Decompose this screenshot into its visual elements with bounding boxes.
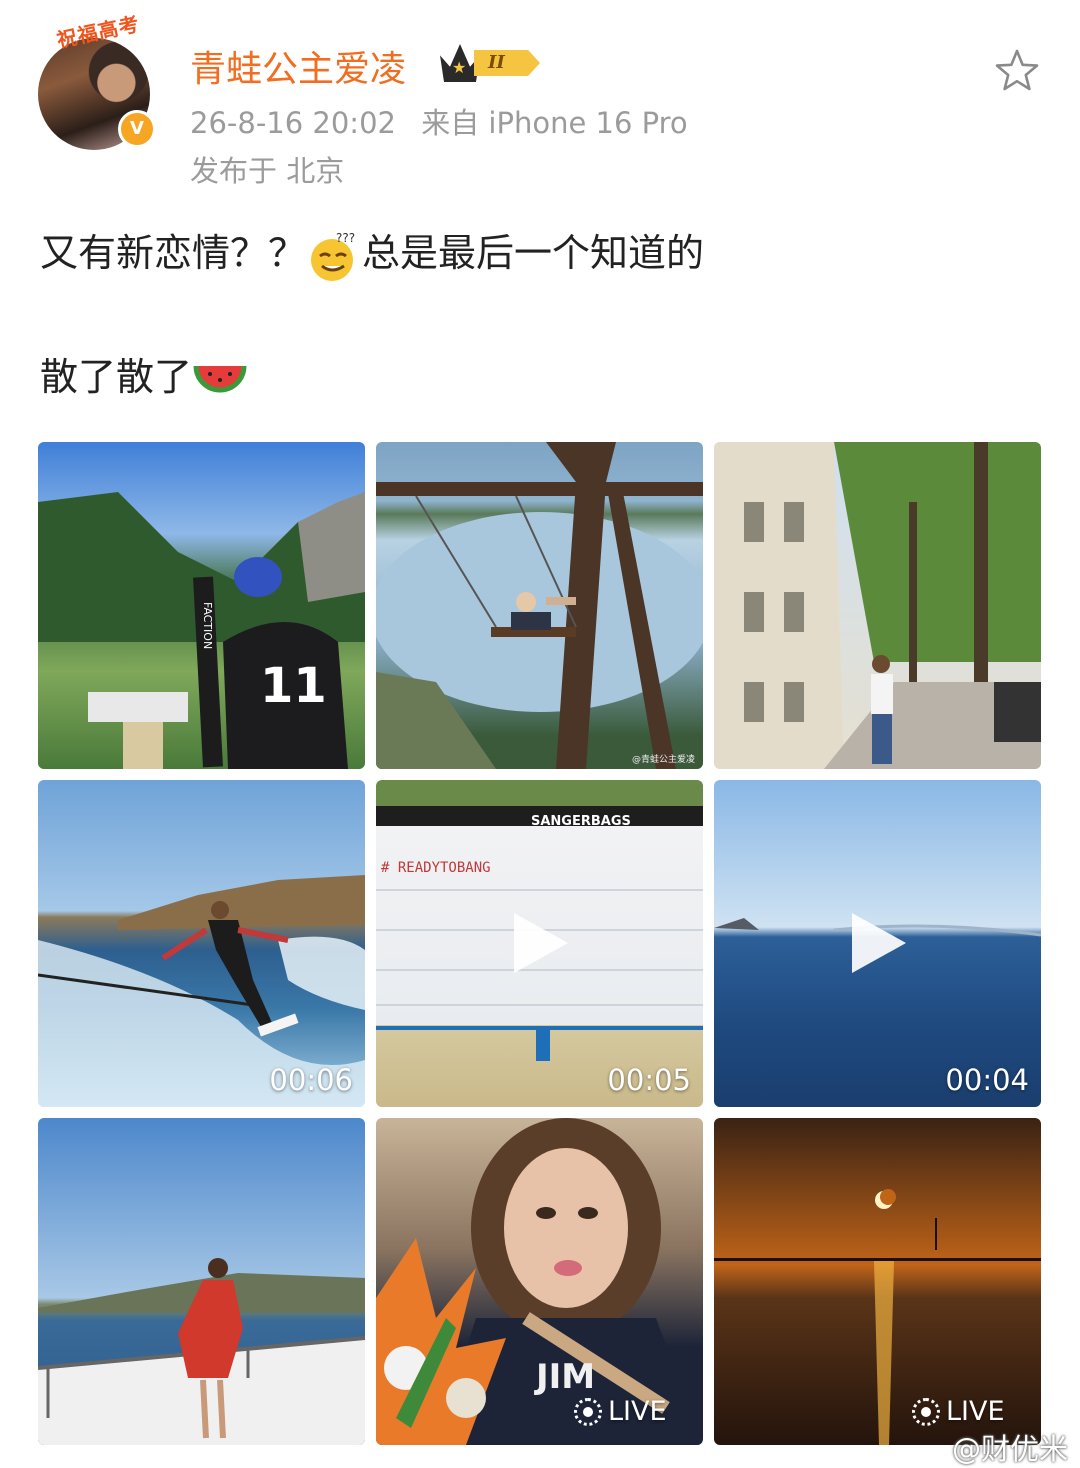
video-duration: 00:06	[269, 1063, 353, 1097]
rank-level: II	[474, 50, 540, 76]
svg-text:11: 11	[260, 658, 327, 714]
media-tile[interactable]: 00:04	[714, 780, 1041, 1107]
media-tile[interactable]: LIVE	[714, 1118, 1041, 1445]
media-tile[interactable]: @青蛙公主爱凌	[376, 442, 703, 769]
post-meta: 26-8-16 20:02 来自 iPhone 16 Pro	[190, 100, 688, 142]
media-tile[interactable]	[38, 1118, 365, 1445]
media-tile[interactable]: 00:06	[38, 780, 365, 1107]
media-tile[interactable]: 11 FACTION	[38, 442, 365, 769]
wakeboard-video	[38, 875, 365, 1107]
star-outline-icon[interactable]	[994, 48, 1040, 92]
post-timestamp: 26-8-16 20:02	[190, 106, 396, 140]
svg-text:FACTION: FACTION	[201, 602, 214, 649]
skier-photo: 11 FACTION	[38, 492, 365, 769]
rank-badge[interactable]: ★ II	[440, 44, 542, 82]
media-tile[interactable]: JIM LIVE	[376, 1118, 703, 1445]
play-icon[interactable]	[852, 913, 906, 973]
source-watermark: @财优米	[951, 1432, 1068, 1466]
svg-text:JIM: JIM	[534, 1357, 595, 1397]
live-photo-icon	[912, 1397, 940, 1426]
video-duration: 00:04	[945, 1063, 1029, 1097]
svg-text:SANGERBAGS: SANGERBAGS	[531, 814, 631, 829]
watermelon-emoji-icon	[193, 365, 247, 392]
post-text-line1: 又有新恋情？？ ??? 总是最后一个知道的	[40, 222, 704, 282]
post-text-line2: 散了散了	[40, 346, 248, 402]
media-tile[interactable]: SANGERBAGS # READYTOBANG 00:05	[376, 780, 703, 1107]
live-photo-icon	[574, 1397, 602, 1426]
thinking-face-emoji-icon: ???	[311, 231, 355, 281]
media-tile[interactable]	[714, 442, 1041, 769]
username[interactable]: 青蛙公主爱凌	[190, 40, 406, 92]
verified-icon: V	[118, 110, 156, 148]
svg-text:???: ???	[336, 231, 355, 245]
video-duration: 00:05	[607, 1063, 691, 1097]
star-icon: ★	[452, 58, 467, 77]
post-location: 发布于 北京	[190, 154, 345, 188]
avatar[interactable]: 祝福高考 V	[38, 11, 156, 150]
street-photo	[714, 442, 1041, 769]
live-badge: LIVE	[574, 1396, 667, 1427]
live-badge: LIVE	[912, 1396, 1005, 1427]
svg-text:# READYTOBANG: # READYTOBANG	[381, 860, 491, 876]
photo-watermark: @青蛙公主爱凌	[631, 755, 695, 765]
swing-photo	[376, 442, 703, 769]
post-source: 来自 iPhone 16 Pro	[421, 106, 688, 140]
play-icon[interactable]	[514, 913, 568, 973]
boat-photo	[38, 1258, 365, 1445]
